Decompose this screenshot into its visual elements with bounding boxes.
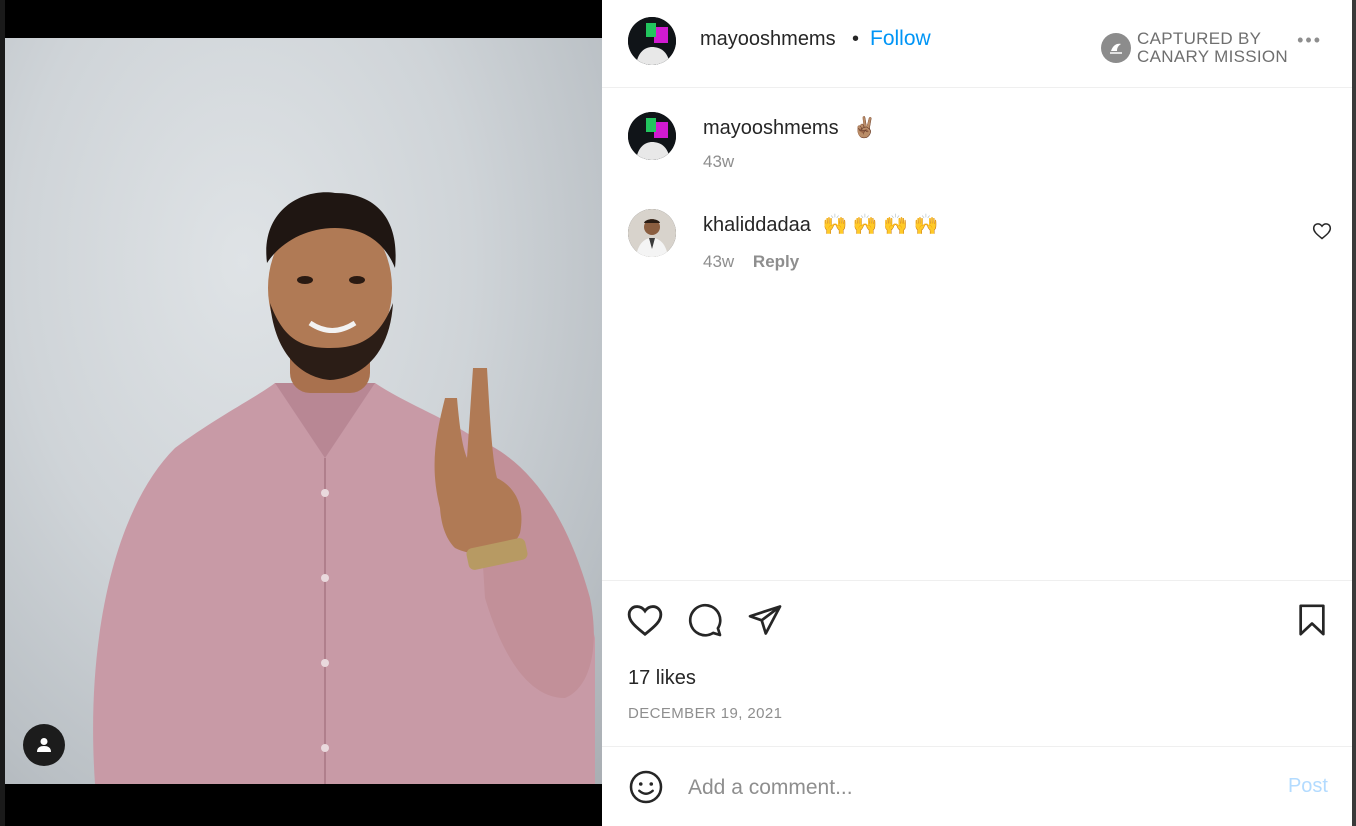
- share-button[interactable]: [747, 602, 783, 643]
- comment-input[interactable]: [688, 771, 1248, 805]
- caption-avatar-image: [628, 112, 676, 160]
- comment-time: 43w: [703, 252, 735, 271]
- likes-count[interactable]: 17 likes: [628, 667, 696, 690]
- bookmark-icon: [1299, 604, 1325, 636]
- comment-avatar-image: [628, 209, 676, 257]
- window-edge: [1352, 0, 1356, 826]
- captured-by-badge: CAPTURED BY CANARY MISSION: [1101, 30, 1288, 66]
- heart-icon: [1312, 223, 1332, 240]
- comment-avatar[interactable]: [628, 209, 676, 257]
- emoji-icon: [629, 770, 663, 804]
- caption-avatar[interactable]: [628, 112, 676, 160]
- reply-button[interactable]: Reply: [753, 252, 799, 271]
- comment-username[interactable]: khaliddadaa: [703, 214, 811, 236]
- share-icon: [748, 605, 782, 635]
- post-actions: 17 likes DECEMBER 19, 2021: [602, 580, 1352, 746]
- caption-time: 43w: [703, 152, 735, 171]
- comment-icon: [688, 603, 722, 637]
- more-dots-icon[interactable]: •••: [1297, 30, 1322, 51]
- post-comment-button[interactable]: Post: [1288, 775, 1328, 798]
- comment-meta: 43w Reply: [703, 252, 799, 272]
- comment-composer: Post: [602, 746, 1352, 826]
- post-details-panel: mayooshmems • Follow CAPTURED BY CANARY …: [602, 0, 1352, 826]
- caption-username[interactable]: mayooshmems: [703, 117, 839, 139]
- canary-mission-logo: [1101, 33, 1132, 63]
- separator-dot: •: [852, 28, 860, 50]
- caption-row: mayooshmems ✌🏽: [703, 115, 877, 140]
- captured-line-2: CANARY MISSION: [1137, 47, 1288, 66]
- photo-illustration: [93, 192, 596, 784]
- save-button[interactable]: [1295, 602, 1329, 643]
- emoji-button[interactable]: [628, 769, 664, 810]
- captured-line-1: CAPTURED BY: [1137, 29, 1262, 48]
- user-tag-button[interactable]: [23, 724, 65, 766]
- post-photo[interactable]: [5, 38, 602, 784]
- heart-icon: [627, 605, 663, 637]
- author-username[interactable]: mayooshmems: [700, 28, 836, 51]
- comment-button[interactable]: [687, 602, 723, 643]
- post-header: mayooshmems • Follow CAPTURED BY CANARY …: [602, 0, 1352, 88]
- comment-row: khaliddadaa 🙌 🙌 🙌 🙌: [703, 212, 939, 237]
- user-tag-icon: [37, 738, 51, 752]
- post-date: DECEMBER 19, 2021: [628, 705, 783, 722]
- comment-text: 🙌 🙌 🙌 🙌: [822, 214, 939, 236]
- like-button[interactable]: [626, 601, 664, 644]
- caption-text: ✌🏽: [852, 117, 878, 139]
- author-avatar[interactable]: [628, 17, 676, 65]
- follow-button[interactable]: Follow: [870, 27, 931, 51]
- captured-by-text: CAPTURED BY CANARY MISSION: [1137, 30, 1288, 66]
- comment-like-button[interactable]: [1312, 221, 1332, 246]
- author-avatar-image: [628, 17, 676, 65]
- post-media: [5, 0, 602, 826]
